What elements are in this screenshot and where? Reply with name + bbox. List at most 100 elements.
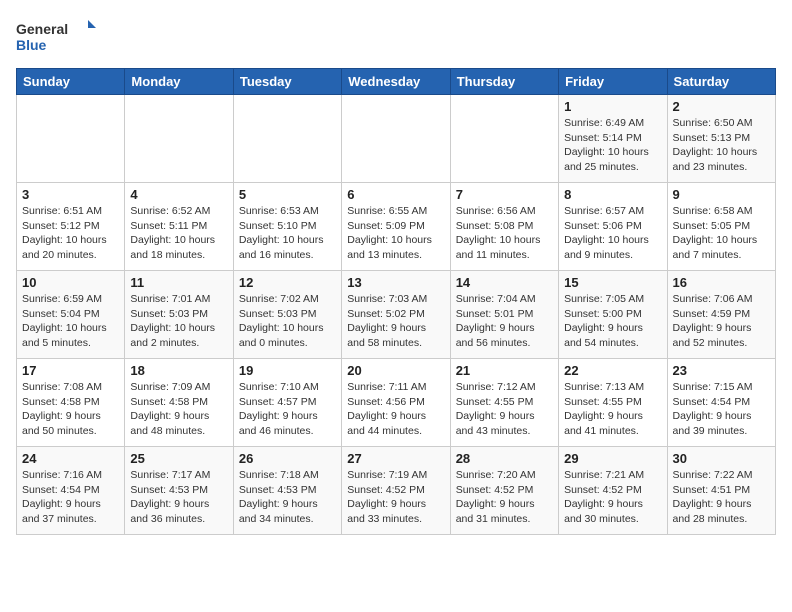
week-row-5: 24 Sunrise: 7:16 AM Sunset: 4:54 PM Dayli… [17, 447, 776, 535]
logo: General Blue [16, 16, 96, 56]
day-info: Sunrise: 7:18 AM Sunset: 4:53 PM Dayligh… [239, 468, 336, 527]
weekday-header-monday: Monday [125, 69, 233, 95]
day-info: Sunrise: 7:11 AM Sunset: 4:56 PM Dayligh… [347, 380, 444, 439]
svg-text:Blue: Blue [16, 37, 47, 53]
day-number: 3 [22, 187, 119, 202]
day-info: Sunrise: 7:21 AM Sunset: 4:52 PM Dayligh… [564, 468, 661, 527]
day-info: Sunrise: 7:02 AM Sunset: 5:03 PM Dayligh… [239, 292, 336, 351]
day-info: Sunrise: 7:06 AM Sunset: 4:59 PM Dayligh… [673, 292, 770, 351]
day-cell [233, 95, 341, 183]
day-info: Sunrise: 7:01 AM Sunset: 5:03 PM Dayligh… [130, 292, 227, 351]
day-cell: 9 Sunrise: 6:58 AM Sunset: 5:05 PM Daylig… [667, 183, 775, 271]
day-number: 6 [347, 187, 444, 202]
day-info: Sunrise: 7:08 AM Sunset: 4:58 PM Dayligh… [22, 380, 119, 439]
day-info: Sunrise: 7:17 AM Sunset: 4:53 PM Dayligh… [130, 468, 227, 527]
day-cell: 18 Sunrise: 7:09 AM Sunset: 4:58 PM Dayli… [125, 359, 233, 447]
day-cell: 22 Sunrise: 7:13 AM Sunset: 4:55 PM Dayli… [559, 359, 667, 447]
day-cell: 28 Sunrise: 7:20 AM Sunset: 4:52 PM Dayli… [450, 447, 558, 535]
day-info: Sunrise: 7:20 AM Sunset: 4:52 PM Dayligh… [456, 468, 553, 527]
day-number: 11 [130, 275, 227, 290]
day-cell [17, 95, 125, 183]
day-cell: 12 Sunrise: 7:02 AM Sunset: 5:03 PM Dayli… [233, 271, 341, 359]
day-cell: 20 Sunrise: 7:11 AM Sunset: 4:56 PM Dayli… [342, 359, 450, 447]
day-cell [342, 95, 450, 183]
svg-text:General: General [16, 21, 68, 37]
day-info: Sunrise: 7:03 AM Sunset: 5:02 PM Dayligh… [347, 292, 444, 351]
calendar-table: SundayMondayTuesdayWednesdayThursdayFrid… [16, 68, 776, 535]
day-number: 17 [22, 363, 119, 378]
day-number: 29 [564, 451, 661, 466]
day-info: Sunrise: 7:04 AM Sunset: 5:01 PM Dayligh… [456, 292, 553, 351]
weekday-header-thursday: Thursday [450, 69, 558, 95]
day-info: Sunrise: 6:52 AM Sunset: 5:11 PM Dayligh… [130, 204, 227, 263]
day-cell: 23 Sunrise: 7:15 AM Sunset: 4:54 PM Dayli… [667, 359, 775, 447]
day-info: Sunrise: 6:57 AM Sunset: 5:06 PM Dayligh… [564, 204, 661, 263]
week-row-4: 17 Sunrise: 7:08 AM Sunset: 4:58 PM Dayli… [17, 359, 776, 447]
day-info: Sunrise: 7:09 AM Sunset: 4:58 PM Dayligh… [130, 380, 227, 439]
day-cell: 26 Sunrise: 7:18 AM Sunset: 4:53 PM Dayli… [233, 447, 341, 535]
day-info: Sunrise: 6:56 AM Sunset: 5:08 PM Dayligh… [456, 204, 553, 263]
day-number: 20 [347, 363, 444, 378]
day-cell: 21Sunrise: 7:12 AM Sunset: 4:55 PM Dayli… [450, 359, 558, 447]
weekday-header-tuesday: Tuesday [233, 69, 341, 95]
week-row-3: 10Sunrise: 6:59 AM Sunset: 5:04 PM Dayli… [17, 271, 776, 359]
day-number: 8 [564, 187, 661, 202]
day-cell: 1 Sunrise: 6:49 AM Sunset: 5:14 PM Daylig… [559, 95, 667, 183]
day-number: 28 [456, 451, 553, 466]
day-info: Sunrise: 6:49 AM Sunset: 5:14 PM Dayligh… [564, 116, 661, 175]
day-number: 13 [347, 275, 444, 290]
day-cell: 24 Sunrise: 7:16 AM Sunset: 4:54 PM Dayli… [17, 447, 125, 535]
day-number: 5 [239, 187, 336, 202]
day-cell: 19Sunrise: 7:10 AM Sunset: 4:57 PM Dayli… [233, 359, 341, 447]
day-number: 1 [564, 99, 661, 114]
day-cell: 30Sunrise: 7:22 AM Sunset: 4:51 PM Dayli… [667, 447, 775, 535]
day-info: Sunrise: 6:59 AM Sunset: 5:04 PM Dayligh… [22, 292, 119, 351]
logo-svg: General Blue [16, 16, 96, 56]
day-number: 19 [239, 363, 336, 378]
weekday-header-friday: Friday [559, 69, 667, 95]
day-number: 23 [673, 363, 770, 378]
day-number: 25 [130, 451, 227, 466]
page-header: General Blue [16, 16, 776, 56]
day-cell: 16 Sunrise: 7:06 AM Sunset: 4:59 PM Dayli… [667, 271, 775, 359]
day-cell: 25 Sunrise: 7:17 AM Sunset: 4:53 PM Dayli… [125, 447, 233, 535]
day-cell: 5 Sunrise: 6:53 AM Sunset: 5:10 PM Daylig… [233, 183, 341, 271]
day-number: 12 [239, 275, 336, 290]
day-number: 18 [130, 363, 227, 378]
day-number: 22 [564, 363, 661, 378]
day-number: 16 [673, 275, 770, 290]
day-number: 27 [347, 451, 444, 466]
day-cell: 4 Sunrise: 6:52 AM Sunset: 5:11 PM Daylig… [125, 183, 233, 271]
week-row-1: 1 Sunrise: 6:49 AM Sunset: 5:14 PM Daylig… [17, 95, 776, 183]
weekday-header-sunday: Sunday [17, 69, 125, 95]
week-row-2: 3Sunrise: 6:51 AM Sunset: 5:12 PM Daylig… [17, 183, 776, 271]
day-cell [450, 95, 558, 183]
day-info: Sunrise: 7:15 AM Sunset: 4:54 PM Dayligh… [673, 380, 770, 439]
day-number: 14 [456, 275, 553, 290]
day-info: Sunrise: 6:53 AM Sunset: 5:10 PM Dayligh… [239, 204, 336, 263]
day-cell: 2 Sunrise: 6:50 AM Sunset: 5:13 PM Daylig… [667, 95, 775, 183]
day-cell: 13 Sunrise: 7:03 AM Sunset: 5:02 PM Dayli… [342, 271, 450, 359]
day-number: 2 [673, 99, 770, 114]
day-number: 9 [673, 187, 770, 202]
day-info: Sunrise: 7:05 AM Sunset: 5:00 PM Dayligh… [564, 292, 661, 351]
day-cell: 6 Sunrise: 6:55 AM Sunset: 5:09 PM Daylig… [342, 183, 450, 271]
day-info: Sunrise: 7:16 AM Sunset: 4:54 PM Dayligh… [22, 468, 119, 527]
day-info: Sunrise: 6:50 AM Sunset: 5:13 PM Dayligh… [673, 116, 770, 175]
day-cell: 7 Sunrise: 6:56 AM Sunset: 5:08 PM Daylig… [450, 183, 558, 271]
day-cell: 29 Sunrise: 7:21 AM Sunset: 4:52 PM Dayli… [559, 447, 667, 535]
day-info: Sunrise: 7:13 AM Sunset: 4:55 PM Dayligh… [564, 380, 661, 439]
day-cell: 17 Sunrise: 7:08 AM Sunset: 4:58 PM Dayli… [17, 359, 125, 447]
day-number: 15 [564, 275, 661, 290]
day-number: 21 [456, 363, 553, 378]
weekday-header-row: SundayMondayTuesdayWednesdayThursdayFrid… [17, 69, 776, 95]
day-number: 24 [22, 451, 119, 466]
day-cell: 8 Sunrise: 6:57 AM Sunset: 5:06 PM Daylig… [559, 183, 667, 271]
day-info: Sunrise: 6:58 AM Sunset: 5:05 PM Dayligh… [673, 204, 770, 263]
day-info: Sunrise: 6:55 AM Sunset: 5:09 PM Dayligh… [347, 204, 444, 263]
day-number: 30 [673, 451, 770, 466]
day-number: 26 [239, 451, 336, 466]
day-number: 4 [130, 187, 227, 202]
day-number: 7 [456, 187, 553, 202]
day-info: Sunrise: 7:19 AM Sunset: 4:52 PM Dayligh… [347, 468, 444, 527]
